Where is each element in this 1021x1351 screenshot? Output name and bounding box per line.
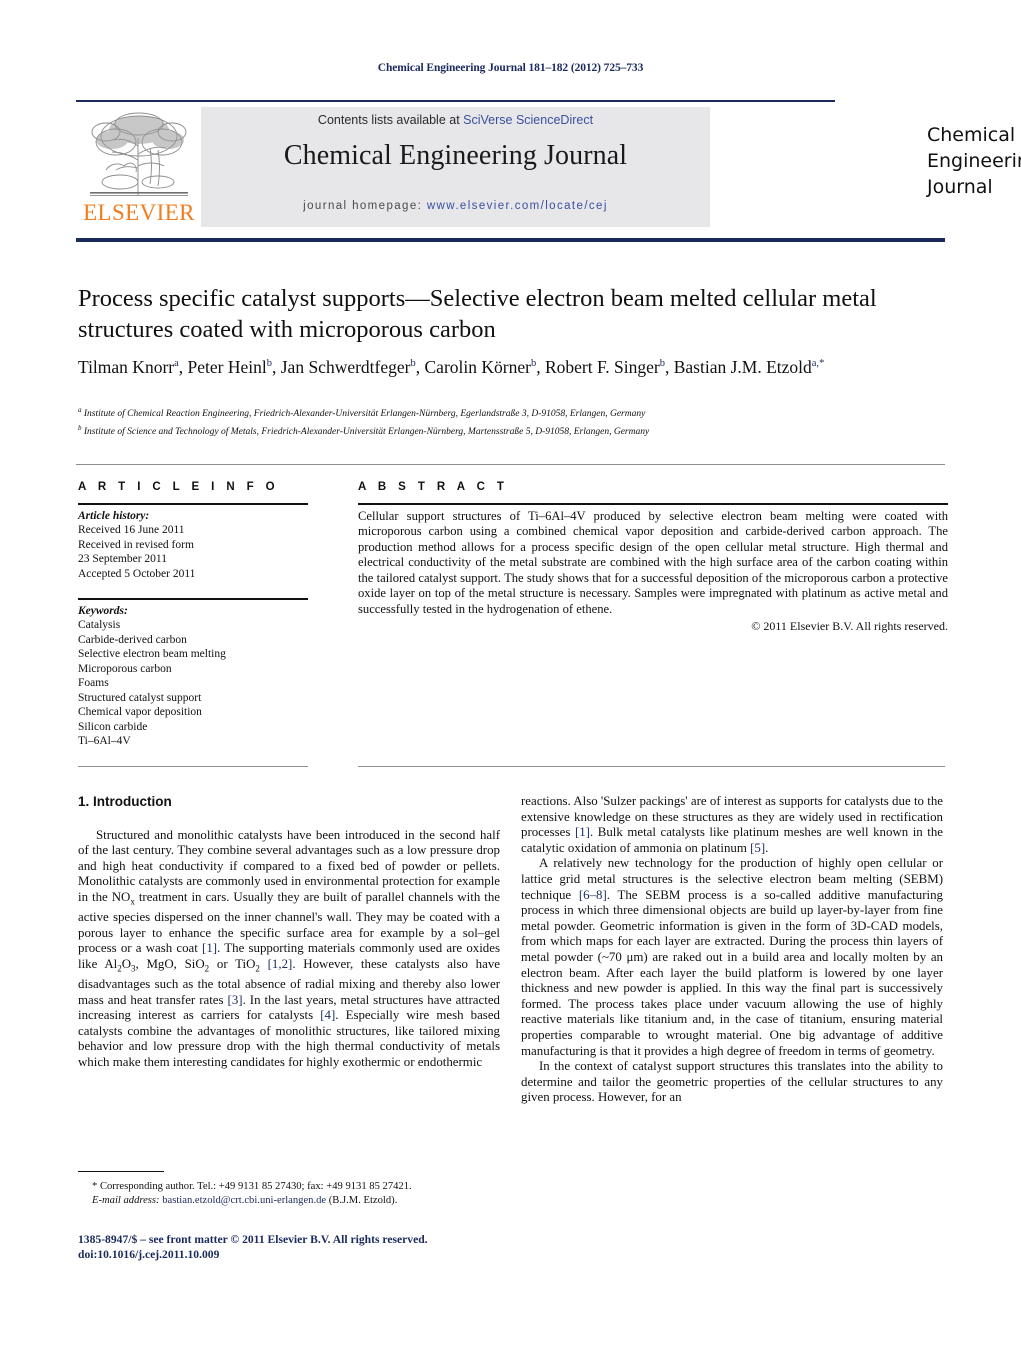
- article-info-column: Article history: Received 16 June 2011 Re…: [78, 503, 308, 749]
- issn-copyright-block: 1385-8947/$ – see front matter © 2011 El…: [78, 1232, 598, 1262]
- page-title: Process specific catalyst supports—Selec…: [78, 285, 877, 343]
- journal-cover-thumbnail: Chemical Engineering Journal: [710, 104, 1021, 230]
- corresponding-author-line: * Corresponding author. Tel.: +49 9131 8…: [92, 1181, 412, 1192]
- elsevier-tree-icon: [90, 112, 188, 196]
- info-list-item: Chemical vapor deposition: [78, 706, 202, 718]
- body-column-right: reactions. Also 'Sulzer packings' are of…: [521, 794, 943, 1106]
- affiliation-b: b Institute of Science and Technology of…: [78, 424, 650, 438]
- masthead-panel: Contents lists available at SciVerse Sci…: [201, 107, 710, 227]
- info-list-item: Catalysis: [78, 619, 121, 631]
- info-top-rule: [76, 464, 945, 465]
- masthead-bottom-rule: [76, 238, 945, 242]
- info-bottom-rule: [78, 766, 308, 767]
- abstract-column: Cellular support structures of Ti–6Al–4V…: [358, 503, 948, 634]
- info-list-item: Carbide-derived carbon: [78, 633, 187, 646]
- left-paragraphs: Structured and monolithic catalysts have…: [78, 828, 500, 1071]
- abstract-divider: [358, 503, 948, 505]
- doi-line: doi:10.1016/j.cej.2011.10.009: [78, 1248, 220, 1261]
- body-paragraph: reactions. Also 'Sulzer packings' are of…: [521, 794, 943, 855]
- issn-line: 1385-8947/$ – see front matter © 2011 El…: [78, 1233, 428, 1246]
- email-line: E-mail address: bastian.etzold@crt.cbi.u…: [78, 1194, 508, 1208]
- sciencedirect-link[interactable]: SciVerse ScienceDirect: [463, 113, 593, 127]
- email-label: E-mail address:: [92, 1195, 160, 1206]
- contents-lists-line: Contents lists available at SciVerse Sci…: [201, 113, 710, 127]
- running-head: Chemical Engineering Journal 181–182 (20…: [377, 62, 644, 74]
- abstract-heading: A B S T R A C T: [358, 481, 509, 493]
- homepage-url-link[interactable]: www.elsevier.com/locate/cej: [427, 200, 608, 212]
- author-list: Tilman Knorra, Peter Heinlb, Jan Schwerd…: [78, 356, 825, 377]
- info-list-item: 23 September 2011: [78, 553, 168, 565]
- journal-title: Chemical Engineering Journal: [283, 140, 628, 171]
- info-list-item: Structured catalyst support: [78, 691, 202, 704]
- body-paragraph: A relatively new technology for the prod…: [521, 856, 943, 1058]
- email-link[interactable]: bastian.etzold@crt.cbi.uni-erlangen.de: [162, 1195, 326, 1206]
- homepage-prefix: journal homepage:: [303, 200, 427, 212]
- body-paragraph: Structured and monolithic catalysts have…: [78, 827, 501, 1070]
- info-divider: [78, 503, 308, 505]
- article-info-heading: A R T I C L E I N F O: [78, 481, 280, 493]
- abstract-copyright: © 2011 Elsevier B.V. All rights reserved…: [751, 618, 948, 633]
- info-list-item: Foams: [78, 677, 109, 689]
- affiliation-a: a Institute of Chemical Reaction Enginee…: [78, 406, 646, 420]
- journal-masthead: ELSEVIER Contents lists available at Sci…: [76, 104, 1021, 230]
- corresponding-author-footnote: * Corresponding author. Tel.: +49 9131 8…: [78, 1180, 508, 1208]
- body-column-left: 1. Introduction Structured and monolithi…: [78, 794, 500, 1071]
- journal-homepage-line: journal homepage: www.elsevier.com/locat…: [201, 200, 710, 212]
- cover-title-line-3: Journal: [927, 176, 993, 198]
- keywords-divider: [78, 598, 308, 600]
- info-list-item: Silicon carbide: [78, 720, 148, 733]
- cover-title-line-1: Chemical: [927, 124, 1016, 146]
- abstract-text: Cellular support structures of Ti–6Al–4V…: [358, 508, 948, 617]
- info-list-item: Received 16 June 2011: [78, 524, 185, 536]
- elsevier-logo: ELSEVIER: [76, 104, 201, 230]
- affiliations: a Institute of Chemical Reaction Enginee…: [78, 403, 963, 439]
- keywords-list: Catalysis Carbide-derived carbon Selective…: [78, 618, 308, 749]
- masthead-top-rule: [76, 100, 835, 102]
- abstract-bottom-rule: [358, 766, 945, 767]
- article-history-label: Article history:: [78, 509, 150, 522]
- affiliation-a-text: Institute of Chemical Reaction Engineeri…: [83, 409, 646, 420]
- keywords-label: Keywords:: [78, 604, 128, 617]
- footnote-rule: [78, 1171, 164, 1173]
- article-history-list: Received 16 June 2011 Received in revised…: [78, 523, 308, 581]
- info-list-item: Received in revised form: [78, 538, 194, 551]
- info-list-item: Selective electron beam melting: [78, 648, 226, 660]
- elsevier-wordmark: ELSEVIER: [83, 200, 195, 225]
- affiliation-b-text: Institute of Science and Technology of M…: [83, 427, 650, 438]
- body-paragraph: In the context of catalyst support struc…: [521, 1059, 943, 1105]
- cover-title: Chemical Engineering Journal: [927, 122, 1021, 200]
- cover-title-line-2: Engineering: [927, 150, 1021, 172]
- article-page: Chemical Engineering Journal 181–182 (20…: [0, 0, 1021, 1351]
- section-heading-introduction: 1. Introduction: [78, 794, 172, 809]
- contents-prefix: Contents lists available at: [317, 113, 464, 127]
- info-list-item: Microporous carbon: [78, 662, 172, 675]
- email-owner: (B.J.M. Etzold).: [328, 1195, 398, 1206]
- info-list-item: Ti–6Al–4V: [78, 735, 131, 747]
- info-list-item: Accepted 5 October 2011: [78, 567, 196, 580]
- right-paragraphs: reactions. Also 'Sulzer packings' are of…: [521, 794, 943, 1106]
